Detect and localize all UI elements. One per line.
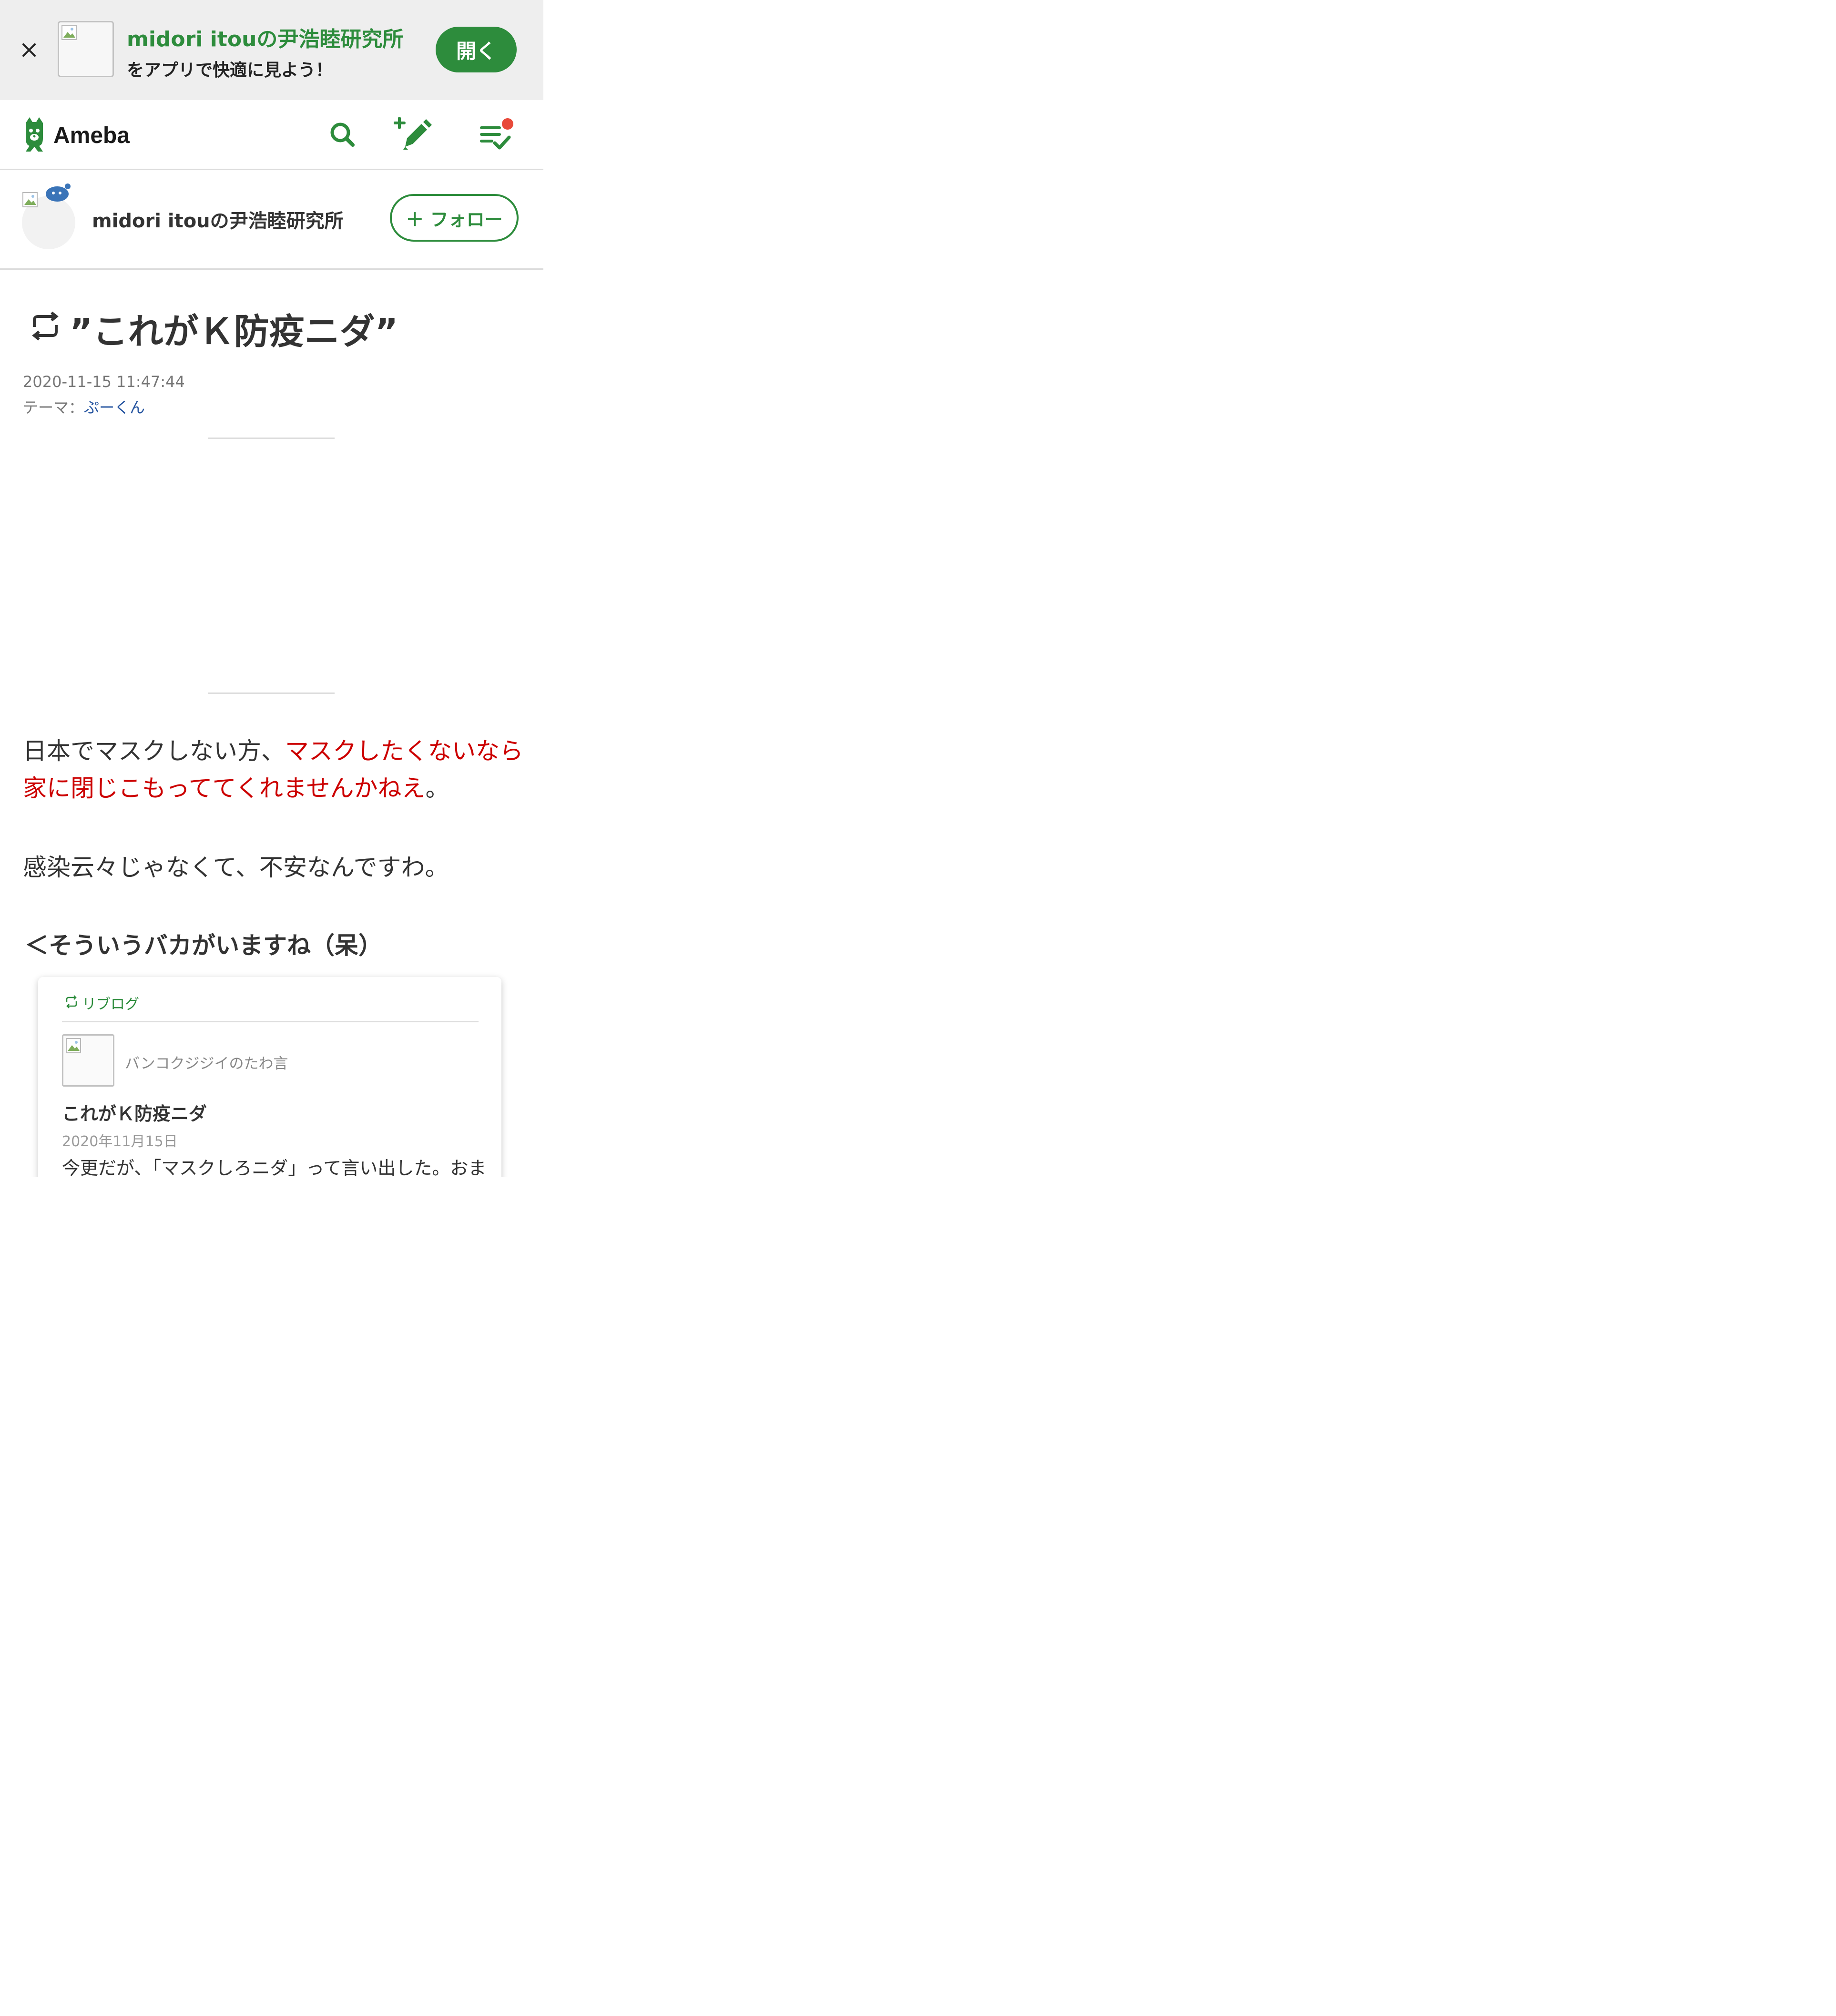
site-header: Ameba [0,100,543,170]
article-title: ”これがＫ防疫ニダ” [70,311,398,352]
highlighted-text: マスクしたくないなら [285,737,523,765]
ameba-logo[interactable]: Ameba [22,116,136,154]
body-paragraph: 感染云々じゃなくて、不安なんですわ。 [23,854,449,881]
reblog-thumbnail [62,1034,114,1087]
post-date: 2020-11-15 11:47:44 [23,373,185,391]
theme-link[interactable]: ぷーくん [84,398,145,417]
reblog-title[interactable]: これがＫ防疫ニダ [62,1099,207,1125]
divider [208,692,335,694]
reblog-card[interactable]: リブログ バンコクジジイのたわ言 これがＫ防疫ニダ 2020年11月15日 今更… [38,977,501,1177]
comment-line: ＜そういうバカがいますね（呆） [25,932,382,959]
notification-badge [502,118,513,130]
highlighted-text: 家に閉じこもっててくれませんかねえ [23,774,426,802]
reblog-icon [32,311,59,341]
divider [208,438,335,439]
reblog-source-blog: バンコクジジイのたわ言 [125,1055,288,1072]
banner-title: midori itouの尹浩睦研究所 [127,27,404,51]
body-text: 。 [425,774,449,802]
banner-subtitle: をアプリで快適に見よう！ [127,61,333,80]
page: midori itouの尹浩睦研究所 をアプリで快適に見よう！ 開く Ameba [0,0,543,1177]
app-banner: midori itouの尹浩睦研究所 をアプリで快適に見よう！ 開く [0,0,543,100]
write-post-icon[interactable] [394,114,434,154]
reblog-icon [66,995,77,1008]
close-icon[interactable] [17,38,41,62]
post-theme: テーマ：ぷーくん [23,396,145,417]
broken-image-icon [58,21,114,77]
divider [62,1021,479,1022]
reblog-excerpt: 今更だが、「マスクしろニダ」って言い出した。おま [62,1158,487,1177]
broken-image-icon [22,192,38,207]
follow-button[interactable]: ＋ フォロー [390,194,519,242]
body-paragraph: 家に閉じこもっててくれませんかねえ。 [23,769,449,804]
logo-text: Ameba [53,123,130,148]
reblog-label: リブログ [82,996,139,1013]
open-app-button[interactable]: 開く [436,27,517,72]
broken-image-icon [66,1038,81,1053]
reblog-date: 2020年11月15日 [62,1133,178,1150]
theme-prefix: テーマ： [23,398,84,417]
body-paragraph: 日本でマスクしない方、マスクしたくないなら [23,732,523,766]
official-badge-icon [46,183,71,202]
body-text: 日本でマスクしない方、 [23,737,285,765]
blog-name[interactable]: midori itouの尹浩睦研究所 [92,205,344,233]
search-icon[interactable] [322,114,362,154]
blog-owner-bar: midori itouの尹浩睦研究所 ＋ フォロー [0,170,543,270]
